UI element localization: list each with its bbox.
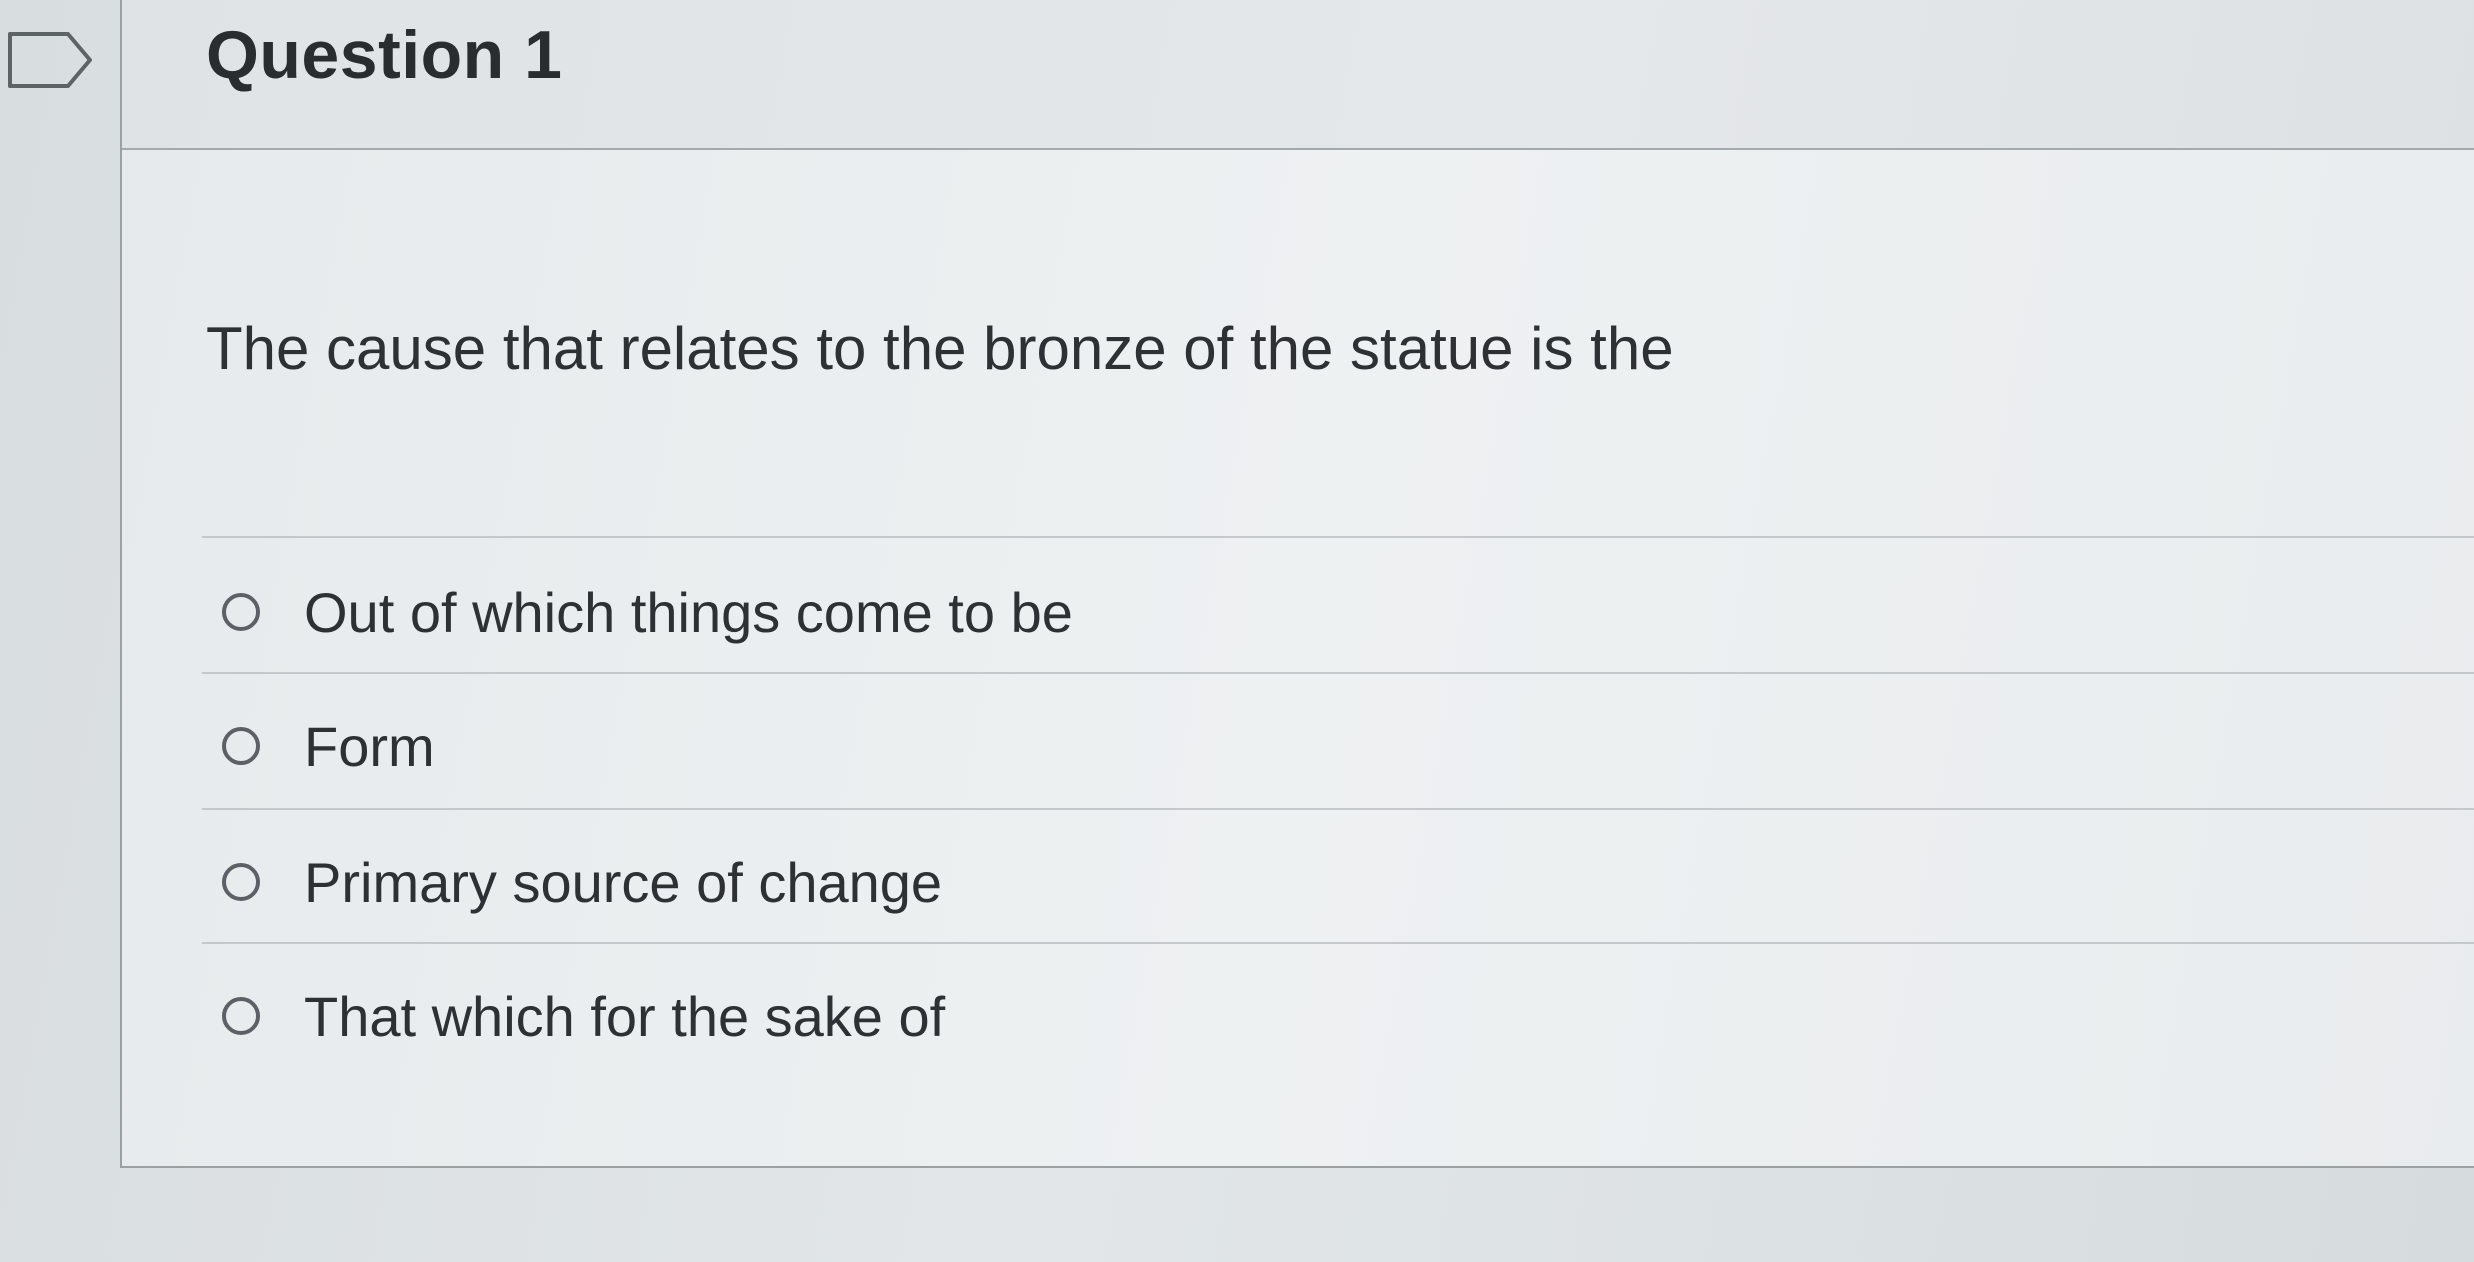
answer-label: Form (304, 714, 435, 778)
divider (202, 536, 2474, 538)
answer-label: Primary source of change (304, 850, 943, 914)
radio-button-icon[interactable] (222, 593, 260, 631)
answer-option-3[interactable]: Primary source of change (222, 832, 2422, 932)
radio-button-icon[interactable] (222, 997, 260, 1035)
divider (202, 942, 2474, 944)
bookmark-flag-icon[interactable] (6, 30, 94, 90)
question-title: Question 1 (206, 17, 563, 93)
divider (202, 808, 2474, 810)
answer-option-1[interactable]: Out of which things come to be (222, 562, 2422, 662)
radio-button-icon[interactable] (222, 863, 260, 901)
answer-option-4[interactable]: That which for the sake of (222, 966, 2422, 1066)
radio-button-icon[interactable] (222, 727, 260, 765)
answer-label: Out of which things come to be (304, 580, 1073, 644)
question-card: Question 1 The cause that relates to the… (120, 0, 2474, 1168)
answer-option-2[interactable]: Form (222, 696, 2422, 796)
quiz-screen: Question 1 The cause that relates to the… (0, 0, 2474, 1262)
question-header: Question 1 (122, 0, 2474, 150)
answer-label: That which for the sake of (304, 984, 946, 1048)
question-prompt: The cause that relates to the bronze of … (206, 315, 1674, 382)
divider (202, 672, 2474, 674)
